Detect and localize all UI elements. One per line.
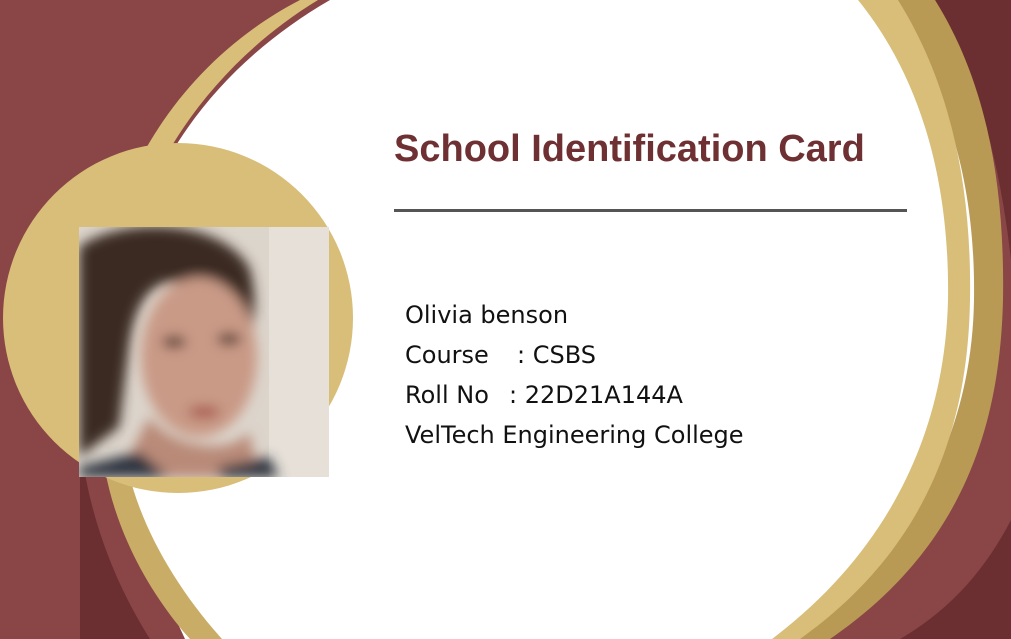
- student-details: Olivia benson Course : CSBS Roll No : 22D2…: [405, 295, 744, 455]
- roll-row: Roll No : 22D21A144A: [405, 375, 744, 415]
- card-title: School Identification Card: [394, 128, 865, 170]
- id-card: School Identification Card Olivia benson…: [0, 0, 1011, 639]
- student-photo-icon: [79, 227, 329, 477]
- course-label: Course: [405, 341, 489, 369]
- roll-value: : 22D21A144A: [509, 381, 683, 409]
- course-value: : CSBS: [517, 341, 596, 369]
- student-photo: [79, 227, 329, 477]
- roll-label: Roll No: [405, 381, 489, 409]
- title-divider: [394, 209, 907, 212]
- college-name: VelTech Engineering College: [405, 421, 744, 449]
- student-name: Olivia benson: [405, 301, 569, 329]
- course-row: Course : CSBS: [405, 335, 744, 375]
